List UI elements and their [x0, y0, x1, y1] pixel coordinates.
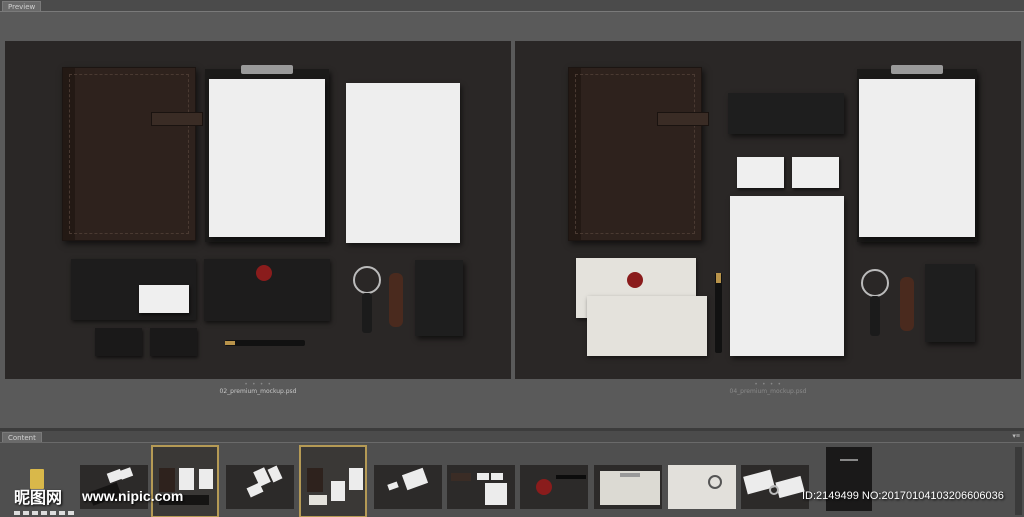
- thumbnail-6[interactable]: [447, 465, 515, 509]
- pen: [225, 340, 305, 346]
- thumbnail-4[interactable]: [299, 445, 367, 517]
- wax-stamp: [389, 273, 403, 327]
- right-caption: 04_premium_mockup.psd: [729, 388, 807, 395]
- business-card-2: [150, 328, 197, 356]
- watermark-logo: 昵图网: [14, 488, 63, 507]
- thumbnail-8[interactable]: [594, 465, 662, 509]
- keyring: [353, 266, 381, 294]
- thumbnail-9[interactable]: [668, 465, 736, 509]
- light-envelope: [587, 296, 707, 356]
- thumbnail-5[interactable]: [374, 465, 442, 509]
- thumbnail-10[interactable]: [741, 465, 809, 509]
- dark-box: [415, 260, 463, 336]
- business-card-1: [95, 328, 142, 356]
- pen: [715, 273, 722, 353]
- preview-panel: • • • • 02_premium_mockup.psd • • • • 04…: [0, 11, 1024, 428]
- left-caption: 02_premium_mockup.psd: [219, 388, 297, 395]
- key-fob: [870, 296, 880, 336]
- preview-image-left[interactable]: [5, 41, 511, 379]
- clipboard: [205, 65, 329, 242]
- dark-envelope: [71, 259, 196, 320]
- thumbnail-3[interactable]: [226, 465, 294, 509]
- wax-stamp: [900, 277, 914, 331]
- leather-folio: [568, 67, 709, 241]
- app-window: Preview • • • • 02_premium_mockup.psd • …: [0, 0, 1024, 517]
- key-fob: [362, 293, 372, 333]
- thumbnail-2[interactable]: [151, 445, 219, 517]
- watermark-bar: [14, 511, 74, 515]
- content-panel: [0, 442, 1024, 517]
- keyring: [861, 269, 889, 297]
- letter-sheet: [346, 83, 460, 243]
- panel-splitter[interactable]: [0, 428, 1024, 431]
- thumbnail-7[interactable]: [520, 465, 588, 509]
- panel-menu-icon[interactable]: ▾≡: [1012, 432, 1020, 440]
- dark-box: [925, 264, 975, 342]
- watermark-id: ID:2149499 NO:20170104103206606036: [802, 490, 1004, 502]
- preview-image-right[interactable]: [515, 41, 1021, 379]
- business-card-1: [737, 157, 784, 188]
- clipboard: [857, 65, 977, 242]
- letter-sheet: [730, 196, 844, 356]
- leather-folio: [62, 67, 203, 241]
- sealed-envelope: [204, 259, 330, 321]
- watermark-url: www.nipic.com: [82, 488, 184, 504]
- business-card-2: [792, 157, 839, 188]
- vertical-scrollbar[interactable]: [1015, 447, 1022, 515]
- dark-box-lid: [728, 93, 844, 134]
